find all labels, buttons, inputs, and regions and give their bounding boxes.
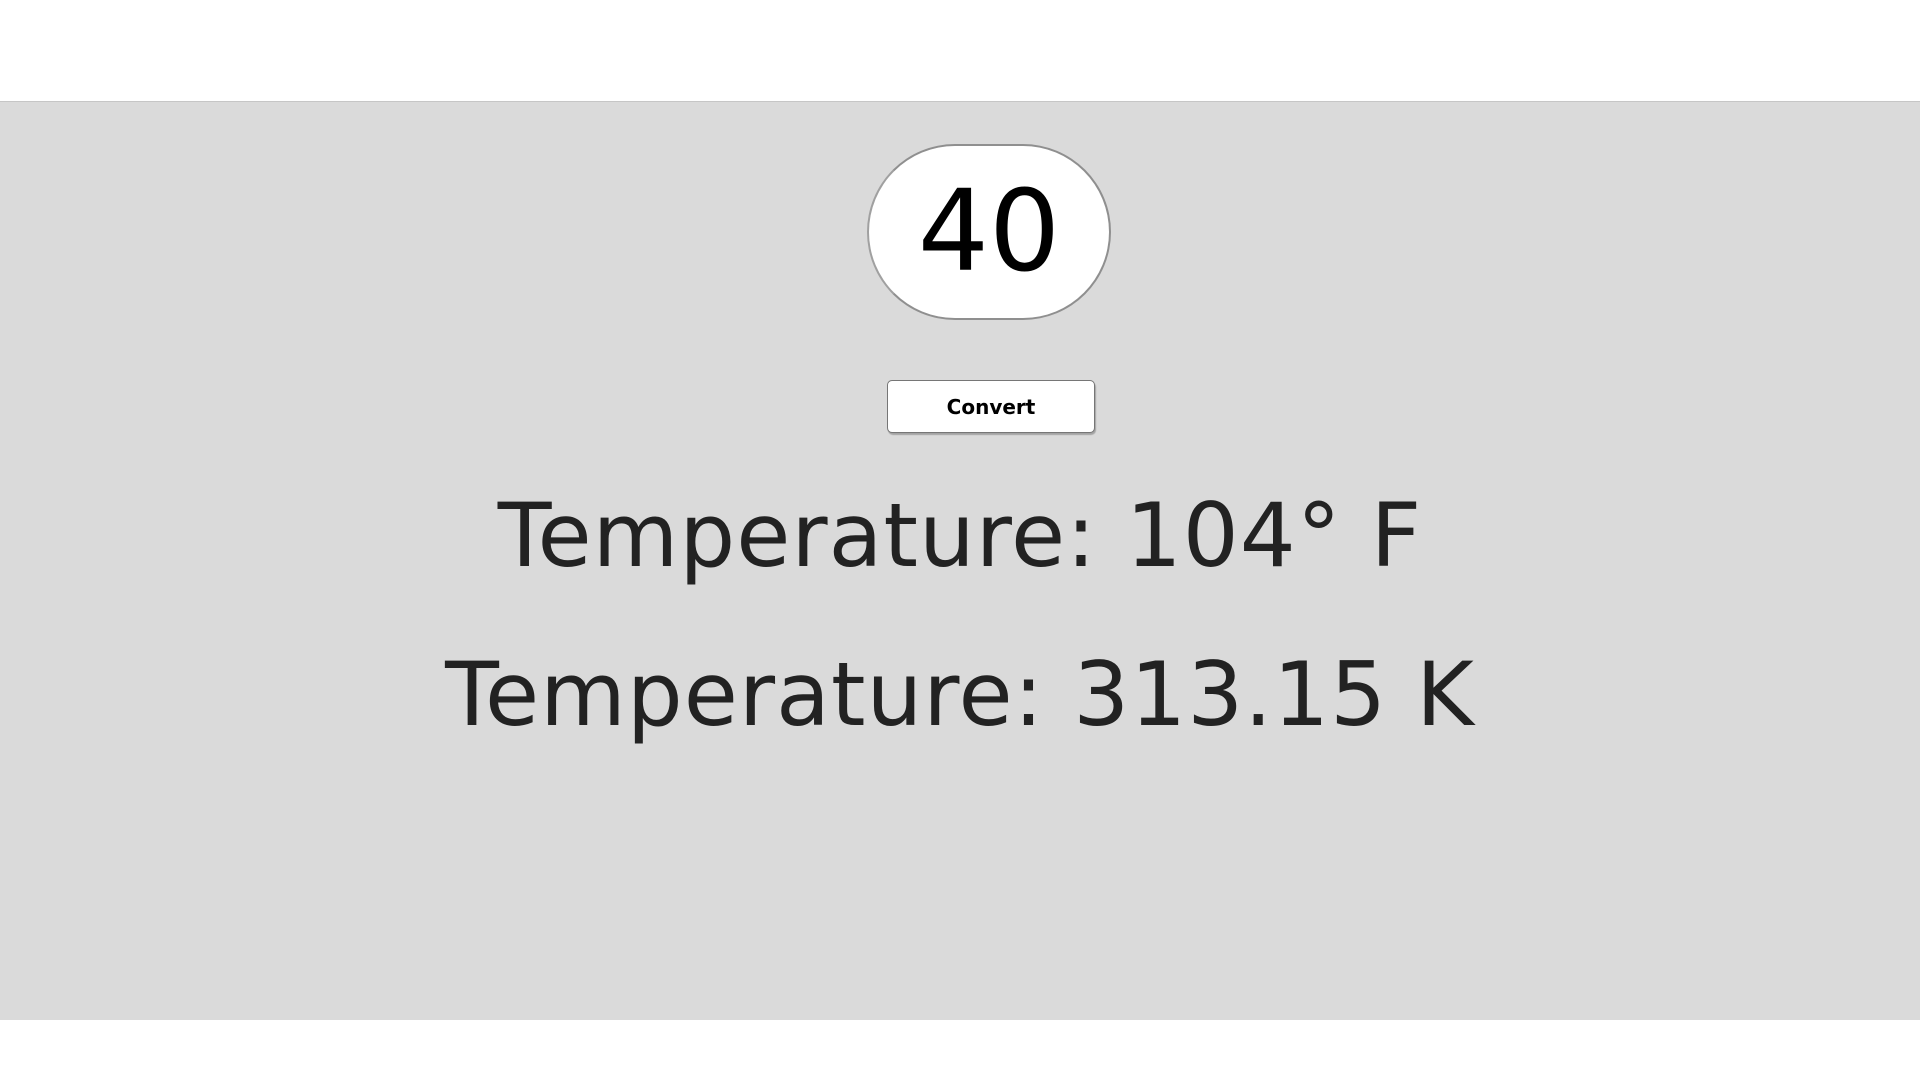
fahrenheit-result: Temperature: 104° F (497, 484, 1423, 587)
top-header-band (0, 0, 1920, 102)
bottom-band (0, 1020, 1920, 1080)
convert-button[interactable]: Convert (887, 380, 1095, 433)
kelvin-result: Temperature: 313.15 K (445, 643, 1475, 746)
temperature-input[interactable] (867, 144, 1111, 320)
